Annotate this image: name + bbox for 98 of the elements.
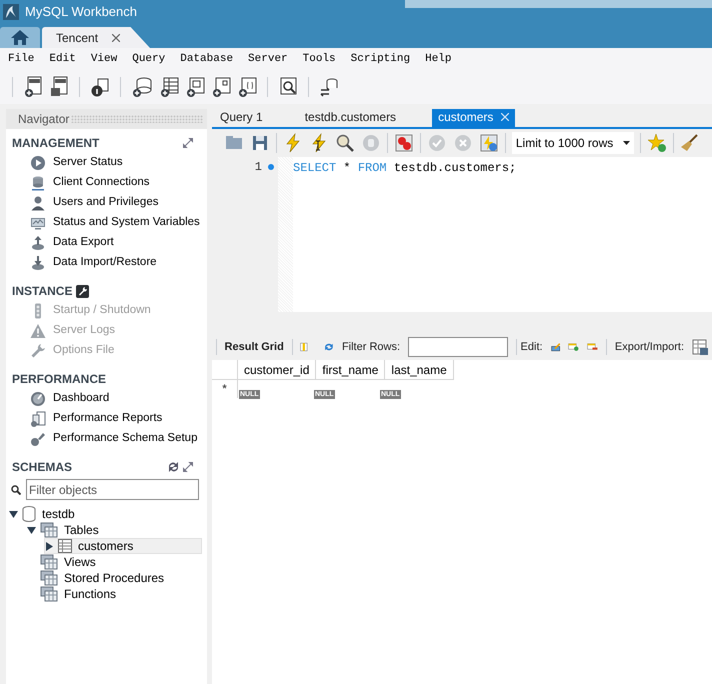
section-heading: INSTANCE — [12, 283, 72, 300]
broom-icon[interactable] — [680, 133, 700, 153]
autocommit-icon[interactable] — [478, 133, 499, 153]
navigator-item[interactable]: Server Status — [53, 154, 123, 172]
explain-icon[interactable] — [334, 133, 355, 153]
new-row-marker: * — [222, 382, 227, 397]
tree-row[interactable]: Stored Procedures — [26, 570, 202, 586]
create-function-icon[interactable] — [237, 76, 257, 98]
menu-item[interactable]: Scripting — [350, 50, 410, 68]
section-heading: SCHEMAS — [12, 459, 72, 476]
navigator-title: Navigator — [18, 111, 70, 128]
refresh-icon[interactable] — [168, 462, 179, 472]
navigator-item[interactable]: Status and System Variables — [53, 214, 200, 232]
tree-row[interactable]: testdb — [8, 506, 202, 522]
user-icon — [30, 195, 46, 211]
folder-icon — [40, 522, 58, 538]
column-header[interactable]: last_name — [385, 360, 454, 380]
navigator-item[interactable]: Users and Privileges — [53, 194, 158, 212]
home-icon — [11, 30, 29, 45]
upload-icon — [30, 235, 46, 251]
menu-item[interactable]: File — [8, 50, 34, 68]
navigator-item[interactable]: Client Connections — [53, 174, 150, 192]
query-tab[interactable]: customers — [432, 109, 516, 127]
filter-rows-label: Filter Rows: — [342, 340, 400, 355]
export-import-label: Export/Import: — [614, 340, 684, 355]
play-icon — [30, 155, 46, 171]
folder-icon — [40, 554, 58, 570]
new-sql-tab-icon[interactable] — [23, 76, 43, 98]
menu-item[interactable]: Query — [132, 50, 166, 68]
create-table-icon[interactable] — [159, 76, 179, 98]
download-icon — [30, 255, 46, 271]
save-icon[interactable] — [250, 133, 270, 153]
server-info-icon[interactable] — [90, 76, 110, 98]
dolphin-logo-icon — [3, 4, 19, 20]
edit-label: Edit: — [520, 340, 543, 355]
monitor-icon — [30, 215, 46, 231]
menu-item[interactable]: Tools — [302, 50, 336, 68]
tree-item-label: Stored Procedures — [64, 570, 164, 587]
create-procedure-icon[interactable] — [211, 76, 231, 98]
panel-grip[interactable] — [71, 115, 203, 123]
home-tab[interactable] — [0, 27, 40, 48]
menu-item[interactable]: Help — [425, 50, 452, 68]
collapse-arrow-icon[interactable] — [27, 526, 36, 534]
star-icon[interactable] — [647, 133, 668, 153]
menu-item[interactable]: Edit — [49, 50, 76, 68]
folder-icon — [40, 586, 58, 602]
expand-icon[interactable] — [183, 138, 193, 148]
navigator-item[interactable]: Dashboard — [53, 390, 110, 408]
open-sql-file-icon[interactable] — [49, 76, 69, 98]
statement-marker-icon — [268, 164, 274, 170]
navigator-item[interactable]: Data Import/Restore — [53, 254, 157, 272]
database-icon — [30, 175, 46, 191]
tree-row[interactable]: Tables — [26, 522, 202, 538]
expand-icon[interactable] — [183, 462, 193, 472]
check-icon[interactable] — [426, 133, 447, 153]
section-heading: MANAGEMENT — [12, 135, 100, 152]
tree-row[interactable]: customers — [44, 538, 202, 554]
tree-row[interactable]: Functions — [26, 586, 202, 602]
menu-item[interactable]: Server — [248, 50, 288, 68]
create-view-icon[interactable] — [185, 76, 205, 98]
result-grid-tab[interactable]: Result Grid — [224, 338, 284, 356]
export-icon[interactable] — [692, 339, 708, 355]
code-line: SELECT * FROM testdb.customers; — [293, 160, 518, 175]
menu-item[interactable]: Database — [180, 50, 234, 68]
navigator-item[interactable]: Data Export — [53, 234, 114, 252]
window-title: MySQL Workbench — [25, 3, 137, 22]
create-schema-icon[interactable] — [131, 76, 153, 98]
tree-item-label: testdb — [42, 506, 75, 523]
query-tab[interactable]: testdb.customers — [298, 109, 402, 127]
expand-arrow-icon[interactable] — [45, 542, 54, 550]
column-header[interactable]: customer_id — [238, 360, 316, 380]
line-number: 1 — [254, 159, 262, 176]
section-heading: PERFORMANCE — [12, 371, 106, 388]
database-icon — [22, 506, 36, 522]
tree-item-label: Tables — [64, 522, 99, 539]
search-icon — [11, 484, 21, 494]
tree-item-label: customers — [78, 538, 134, 555]
warning-icon — [30, 323, 46, 339]
query-tab[interactable]: Query 1 — [214, 109, 269, 127]
table-icon — [58, 539, 72, 553]
tree-item-label: Views — [64, 554, 96, 571]
column-header[interactable]: first_name — [316, 360, 386, 380]
close-icon[interactable] — [112, 34, 120, 42]
filter-field[interactable]: Filter objects — [26, 479, 199, 500]
menu-item[interactable]: View — [90, 50, 118, 68]
limit-dropdown[interactable]: Limit to 1000 rows — [512, 132, 634, 154]
caret-icon — [623, 141, 630, 145]
tree-item-label: Functions — [64, 586, 116, 603]
collapse-arrow-icon[interactable] — [9, 510, 18, 518]
tree-row[interactable]: Views — [26, 554, 202, 570]
navigator-item[interactable]: Performance Reports — [53, 410, 162, 428]
filter-rows-field[interactable] — [408, 337, 508, 357]
connection-tab[interactable]: Tencent — [42, 27, 150, 48]
reports-icon — [30, 411, 46, 427]
navigator-item[interactable]: Performance Schema Setup — [53, 430, 198, 448]
folder-icon — [40, 570, 58, 586]
gauge-icon — [30, 391, 46, 407]
toggle-error-icon[interactable] — [394, 133, 414, 153]
